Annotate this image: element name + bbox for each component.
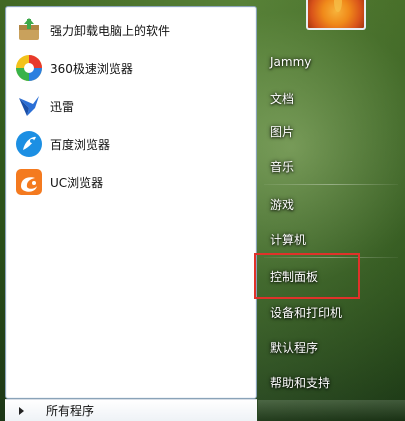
right-menu-games[interactable]: 游戏 — [262, 190, 402, 218]
right-menu-documents[interactable]: 文档 — [262, 84, 402, 112]
right-menu-music[interactable]: 音乐 — [262, 152, 402, 180]
program-item-uc-browser[interactable]: UC浏览器 — [10, 164, 254, 200]
xunlei-bird-icon — [14, 91, 44, 121]
program-item-360-browser[interactable]: 360极速浏览器 — [10, 50, 254, 86]
highlight-annotation-box — [254, 253, 360, 299]
program-label: 百度浏览器 — [50, 137, 111, 152]
program-label: 迅雷 — [50, 99, 75, 114]
uninstall-box-icon — [14, 15, 44, 45]
all-programs-button[interactable]: 所有程序 — [5, 399, 257, 421]
right-menu-devices-printers[interactable]: 设备和打印机 — [262, 298, 402, 326]
uc-browser-icon — [14, 167, 44, 197]
program-item-uninstaller[interactable]: 强力卸载电脑上的软件 — [10, 12, 254, 48]
right-menu-pictures[interactable]: 图片 — [262, 117, 402, 145]
right-menu-user[interactable]: Jammy — [262, 48, 402, 76]
baidu-browser-icon — [14, 129, 44, 159]
program-item-baidu-browser[interactable]: 百度浏览器 — [10, 126, 254, 162]
program-item-xunlei[interactable]: 迅雷 — [10, 88, 254, 124]
program-label: 360极速浏览器 — [50, 61, 133, 76]
all-programs-label: 所有程序 — [46, 404, 95, 418]
shutdown-bar — [258, 400, 405, 421]
arrow-right-icon — [19, 406, 24, 415]
360-browser-icon — [14, 53, 44, 83]
right-menu-computer[interactable]: 计算机 — [262, 225, 402, 253]
menu-separator — [264, 184, 398, 185]
program-label: UC浏览器 — [50, 175, 104, 190]
pinned-programs-list: 强力卸载电脑上的软件 360极速浏览器 迅雷 百度浏览器 UC浏览器 — [5, 6, 257, 399]
user-avatar[interactable] — [306, 0, 366, 30]
right-menu-default-programs[interactable]: 默认程序 — [262, 333, 402, 361]
right-menu-help-support[interactable]: 帮助和支持 — [262, 368, 402, 396]
program-label: 强力卸载电脑上的软件 — [50, 23, 171, 38]
